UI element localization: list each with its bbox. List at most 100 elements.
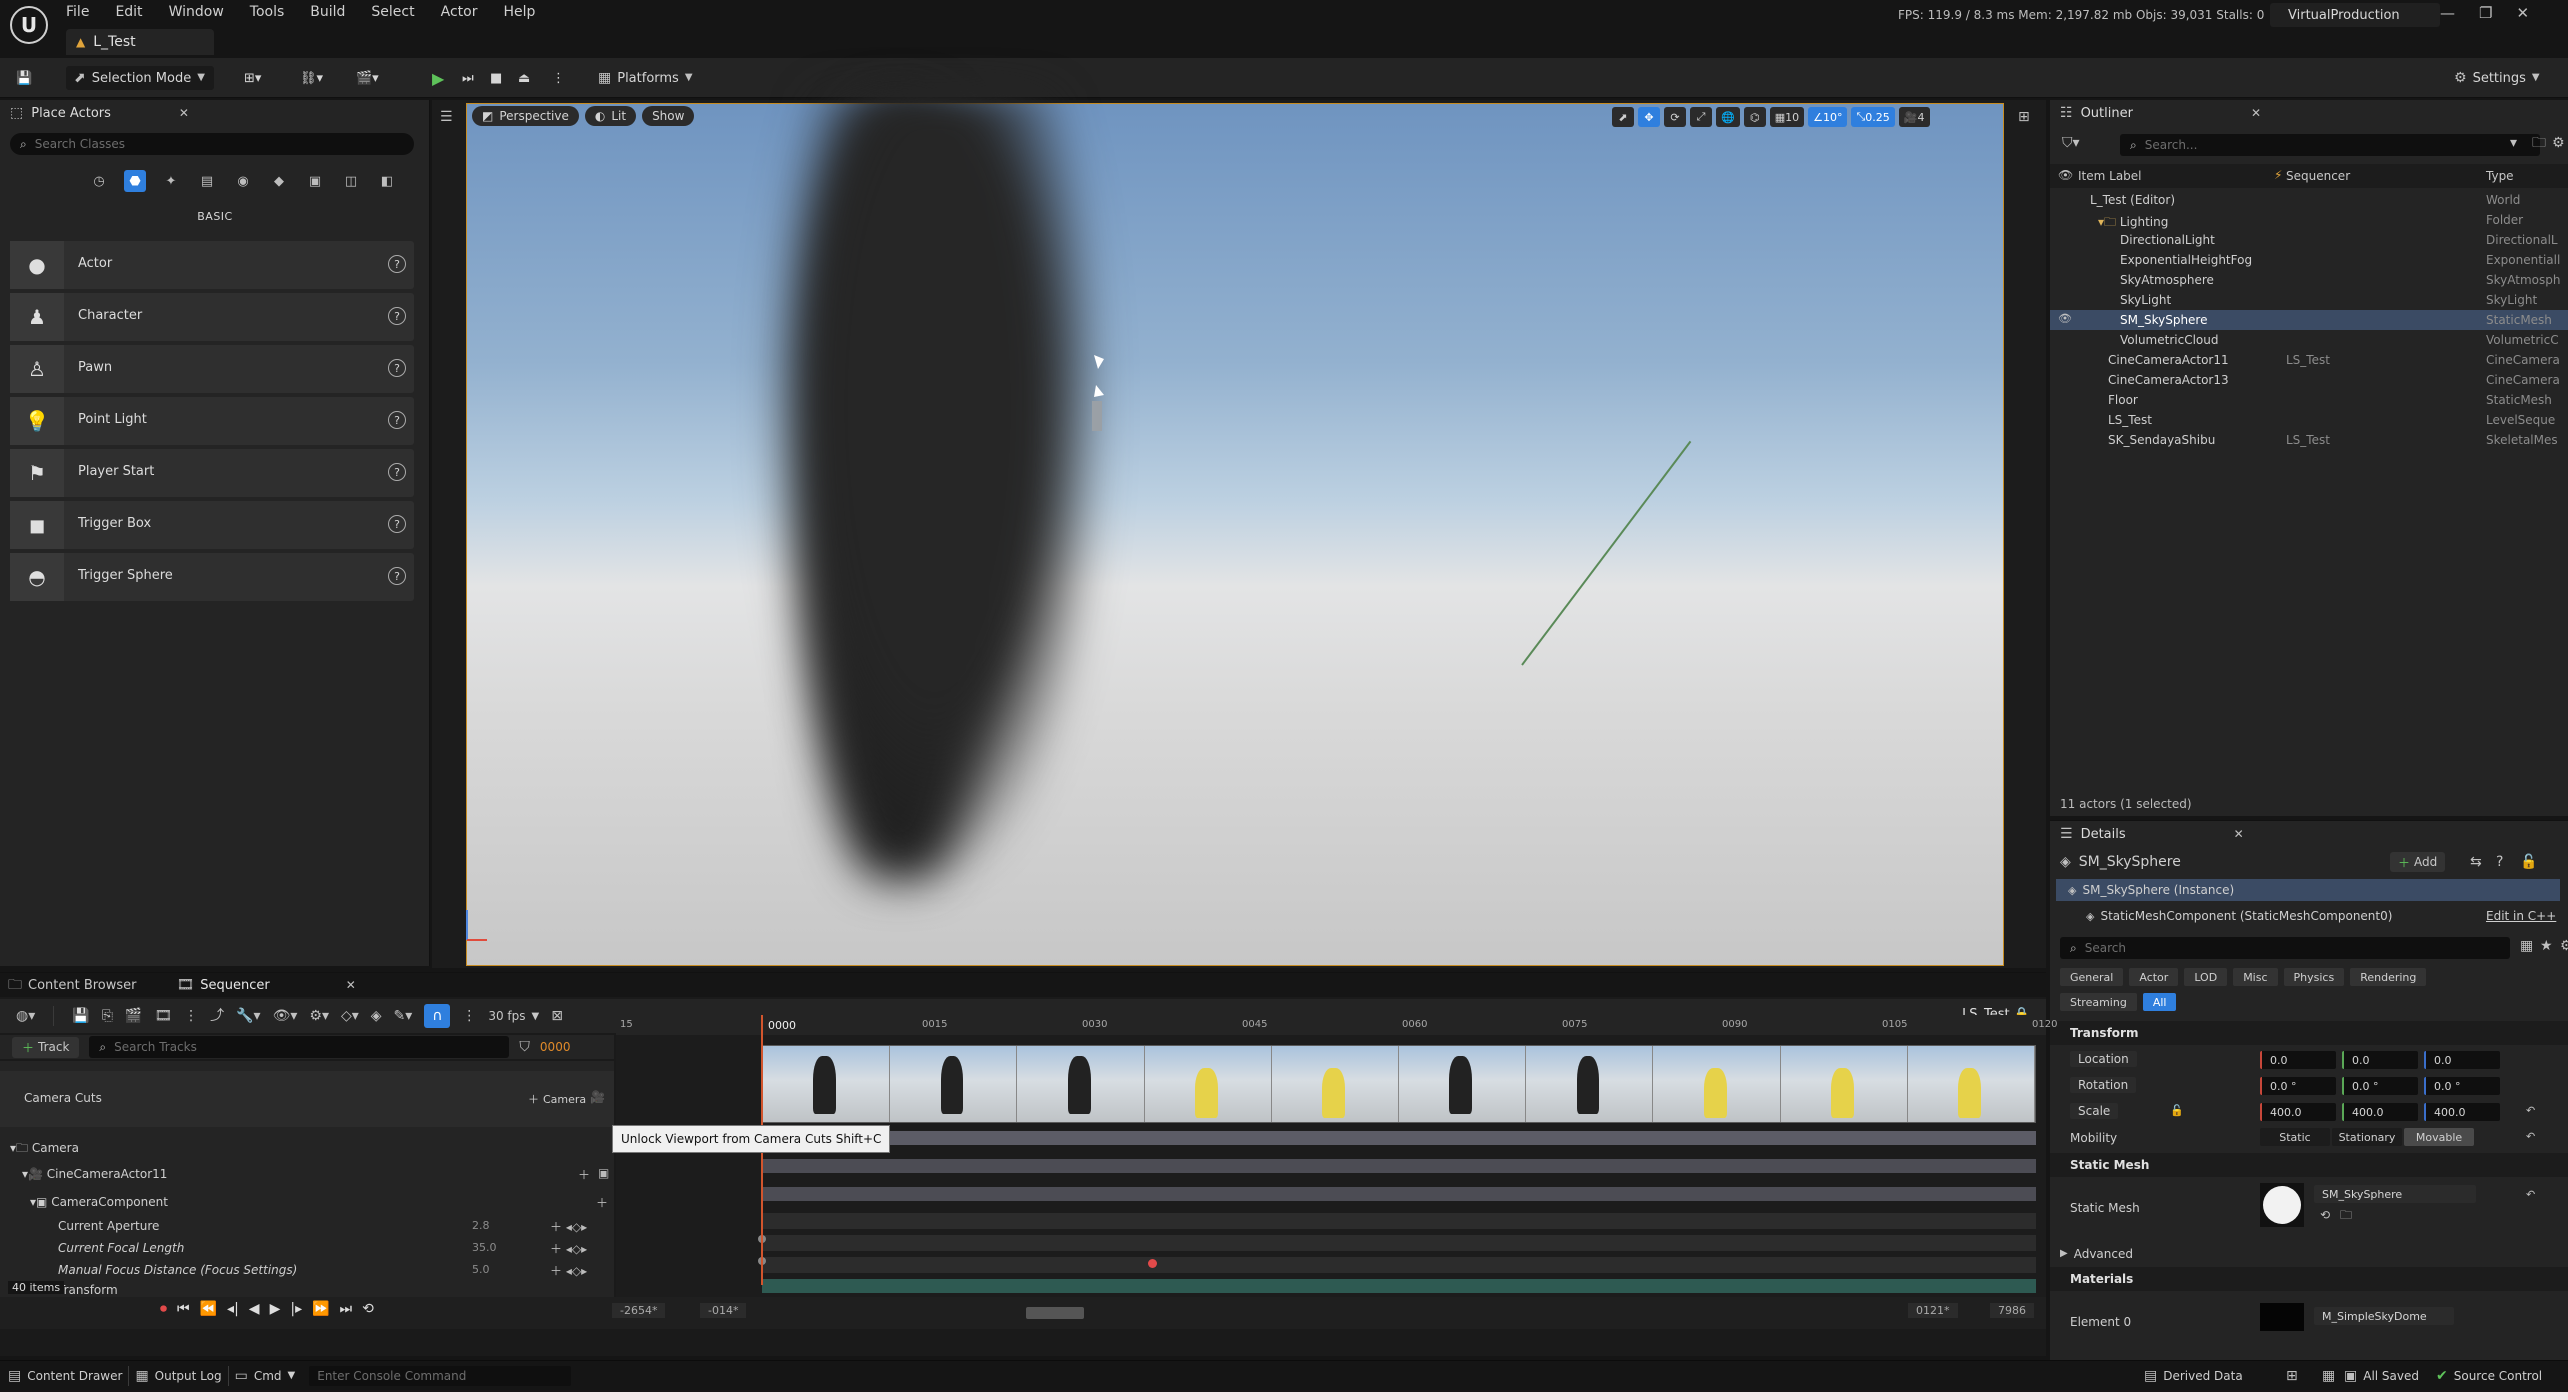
eye-icon[interactable]: 👁 xyxy=(2058,169,2073,181)
outliner-row-selected[interactable]: 👁 SM_SkySphere StaticMesh xyxy=(2050,310,2568,330)
view-options-icon[interactable]: 👁▾ xyxy=(273,1009,298,1023)
menu-window[interactable]: Window xyxy=(169,4,224,20)
mobility-stationary[interactable]: Stationary xyxy=(2332,1128,2402,1146)
filter-streaming[interactable]: Streaming xyxy=(2060,993,2137,1011)
menu-help[interactable]: Help xyxy=(503,4,535,20)
filter-lod[interactable]: LOD xyxy=(2184,968,2228,986)
world-icon[interactable]: 🌐 xyxy=(1716,107,1740,127)
content-drawer-button[interactable]: ▤ Content Drawer xyxy=(8,1369,122,1383)
reset-icon[interactable]: ↶ xyxy=(2526,1105,2535,1116)
camera-lock-icon[interactable]: ▣ xyxy=(598,1166,609,1180)
static-mesh-dropdown[interactable]: SM_SkySphere xyxy=(2314,1185,2476,1203)
edit-icon[interactable]: ✎▾ xyxy=(394,1009,413,1023)
outliner-tab[interactable]: ☷ Outliner ✕ xyxy=(2050,100,2568,126)
tab-sequencer[interactable]: 🎞 Sequencer ✕ xyxy=(177,978,356,993)
filter-rendering[interactable]: Rendering xyxy=(2350,968,2427,986)
snap-icon[interactable]: ∩ xyxy=(424,1004,451,1028)
perspective-button[interactable]: ◩ Perspective xyxy=(472,106,579,126)
fps-dropdown[interactable]: 30 fps ▼ xyxy=(488,1009,539,1023)
range-end-field[interactable]: 7986 xyxy=(1990,1303,2034,1318)
curve-icon[interactable]: ⊠ xyxy=(551,1009,563,1023)
filter-physics[interactable]: Physics xyxy=(2283,968,2345,986)
track-value[interactable]: 2.8 xyxy=(472,1219,490,1232)
help-icon[interactable]: ? xyxy=(388,255,406,273)
track-focal-length[interactable]: Current Focal Length 35.0 ＋ ◂◇▸ xyxy=(0,1237,614,1259)
actor-item-player-start[interactable]: ⚑ Player Start ? xyxy=(10,449,414,497)
star-icon[interactable]: ★ xyxy=(2540,939,2553,953)
range-in-field[interactable]: -014* xyxy=(700,1303,747,1318)
actor-item-trigger-box[interactable]: ◼ Trigger Box ? xyxy=(10,501,414,549)
more-options-icon[interactable]: ⋮ xyxy=(552,66,565,90)
timeline-ruler[interactable]: 15 0000 0015 0030 0045 0060 0075 0090 01… xyxy=(616,1015,2057,1035)
all-classes-icon[interactable]: ◫ xyxy=(340,170,362,192)
output-log-button[interactable]: ▦ Output Log xyxy=(135,1369,221,1383)
plus-icon[interactable]: ＋ xyxy=(578,1166,590,1183)
rotation-y-field[interactable]: 0.0 ° xyxy=(2342,1077,2418,1095)
world-icon[interactable]: ◍▾ xyxy=(16,1009,35,1023)
plus-icon[interactable]: ＋ xyxy=(596,1194,608,1211)
cmd-dropdown[interactable]: ▭ Cmd ▼ xyxy=(235,1369,296,1383)
level-viewport[interactable] xyxy=(466,103,2004,966)
add-folder-icon[interactable]: 🗀 xyxy=(2532,136,2546,150)
render-icon[interactable]: 🎬 xyxy=(125,1009,142,1023)
instance-row[interactable]: ◈ SM_SkySphere (Instance) xyxy=(2056,879,2560,901)
source-control-button[interactable]: ✔ Source Control xyxy=(2436,1369,2542,1383)
save-as-icon[interactable]: ⎘ xyxy=(102,1009,113,1023)
layout-icon[interactable]: ⊞ xyxy=(2018,110,2030,124)
actor-item-actor[interactable]: ● Actor ? xyxy=(10,241,414,289)
hamburger-icon[interactable]: ☰ xyxy=(440,110,453,124)
menu-tools[interactable]: Tools xyxy=(250,4,285,20)
help-icon[interactable]: ? xyxy=(2496,855,2503,869)
lights-icon[interactable]: ✦ xyxy=(160,170,182,192)
track-camera-cuts[interactable]: Camera Cuts ＋ Camera 🎥 xyxy=(0,1071,614,1127)
mobility-movable[interactable]: Movable xyxy=(2404,1128,2474,1146)
help-icon[interactable]: ? xyxy=(388,411,406,429)
actor-item-trigger-sphere[interactable]: ◓ Trigger Sphere ? xyxy=(10,553,414,601)
selection-mode-dropdown[interactable]: ⬈ Selection Mode ▼ xyxy=(66,66,214,90)
track-camera-folder[interactable]: ▾🗀 Camera xyxy=(0,1135,614,1157)
eject-icon[interactable]: ⏏ xyxy=(518,66,530,90)
blueprint-icon[interactable]: ⛓▾ xyxy=(300,66,323,90)
all-saved-button[interactable]: ▣ All Saved xyxy=(2344,1369,2419,1383)
playback-options-icon[interactable]: ⚙▾ xyxy=(309,1009,329,1023)
static-mesh-section[interactable]: Static Mesh xyxy=(2050,1153,2568,1177)
grid-snap-icon[interactable]: ▦ 10 xyxy=(1769,107,1805,127)
settings-dropdown[interactable]: ⚙ Settings ▼ xyxy=(2454,66,2540,90)
save-icon[interactable]: 💾 xyxy=(72,1009,89,1023)
location-z-field[interactable]: 0.0 xyxy=(2424,1051,2500,1069)
outliner-row[interactable]: ▾🗀 Lighting Folder xyxy=(2050,210,2568,230)
reset-icon[interactable]: ↶ xyxy=(2526,1189,2535,1200)
select-arrow-icon[interactable]: ⬈ xyxy=(1612,107,1634,127)
camera-lock-icon[interactable]: 🎥 xyxy=(590,1091,605,1103)
actor-item-point-light[interactable]: 💡 Point Light ? xyxy=(10,397,414,445)
minimize-icon[interactable]: — xyxy=(2440,4,2455,22)
outliner-row[interactable]: Floor StaticMesh xyxy=(2050,390,2568,410)
tools-icon[interactable]: 🔧▾ xyxy=(236,1009,260,1023)
rotation-z-field[interactable]: 0.0 ° xyxy=(2424,1077,2500,1095)
help-icon[interactable]: ? xyxy=(388,567,406,585)
camera-cut-section[interactable] xyxy=(762,1045,2036,1123)
level-tab[interactable]: ▲ L_Test xyxy=(66,29,214,55)
render-movie-icon[interactable]: 🎞 xyxy=(154,1009,172,1023)
filter-general[interactable]: General xyxy=(2060,968,2124,986)
move-icon[interactable]: ✥ xyxy=(1638,107,1660,127)
camera-binding-bar[interactable] xyxy=(762,1131,2036,1145)
place-actors-tab[interactable]: ⬚ Place Actors ✕ xyxy=(0,100,429,126)
outliner-row[interactable]: DirectionalLight DirectionalL xyxy=(2050,230,2568,250)
outliner-row[interactable]: CineCameraActor11 LS_Test CineCamera xyxy=(2050,350,2568,370)
focal-length-track-bar[interactable] xyxy=(762,1235,2036,1251)
revision-icon[interactable]: ⊞ xyxy=(2286,1369,2298,1383)
jump-start-icon[interactable]: ⏮ xyxy=(177,1301,190,1317)
scale-y-field[interactable]: 400.0 xyxy=(2342,1103,2418,1121)
menu-build[interactable]: Build xyxy=(310,4,345,20)
add-component-button[interactable]: ＋ Add xyxy=(2390,852,2446,872)
help-icon[interactable]: ? xyxy=(388,463,406,481)
actor-item-character[interactable]: ♟ Character ? xyxy=(10,293,414,341)
play-icon[interactable]: ▶ xyxy=(432,66,444,90)
track-camera-component[interactable]: ▾▣ CameraComponent ＋ xyxy=(0,1191,614,1213)
key-controls-icon[interactable]: ＋ ◂◇▸ xyxy=(550,1218,587,1235)
track-value[interactable]: 5.0 xyxy=(472,1263,490,1276)
keyframe[interactable] xyxy=(1148,1259,1157,1268)
reset-icon[interactable]: ↶ xyxy=(2526,1131,2535,1142)
outliner-search-input[interactable]: ⌕ Search... xyxy=(2120,134,2540,156)
